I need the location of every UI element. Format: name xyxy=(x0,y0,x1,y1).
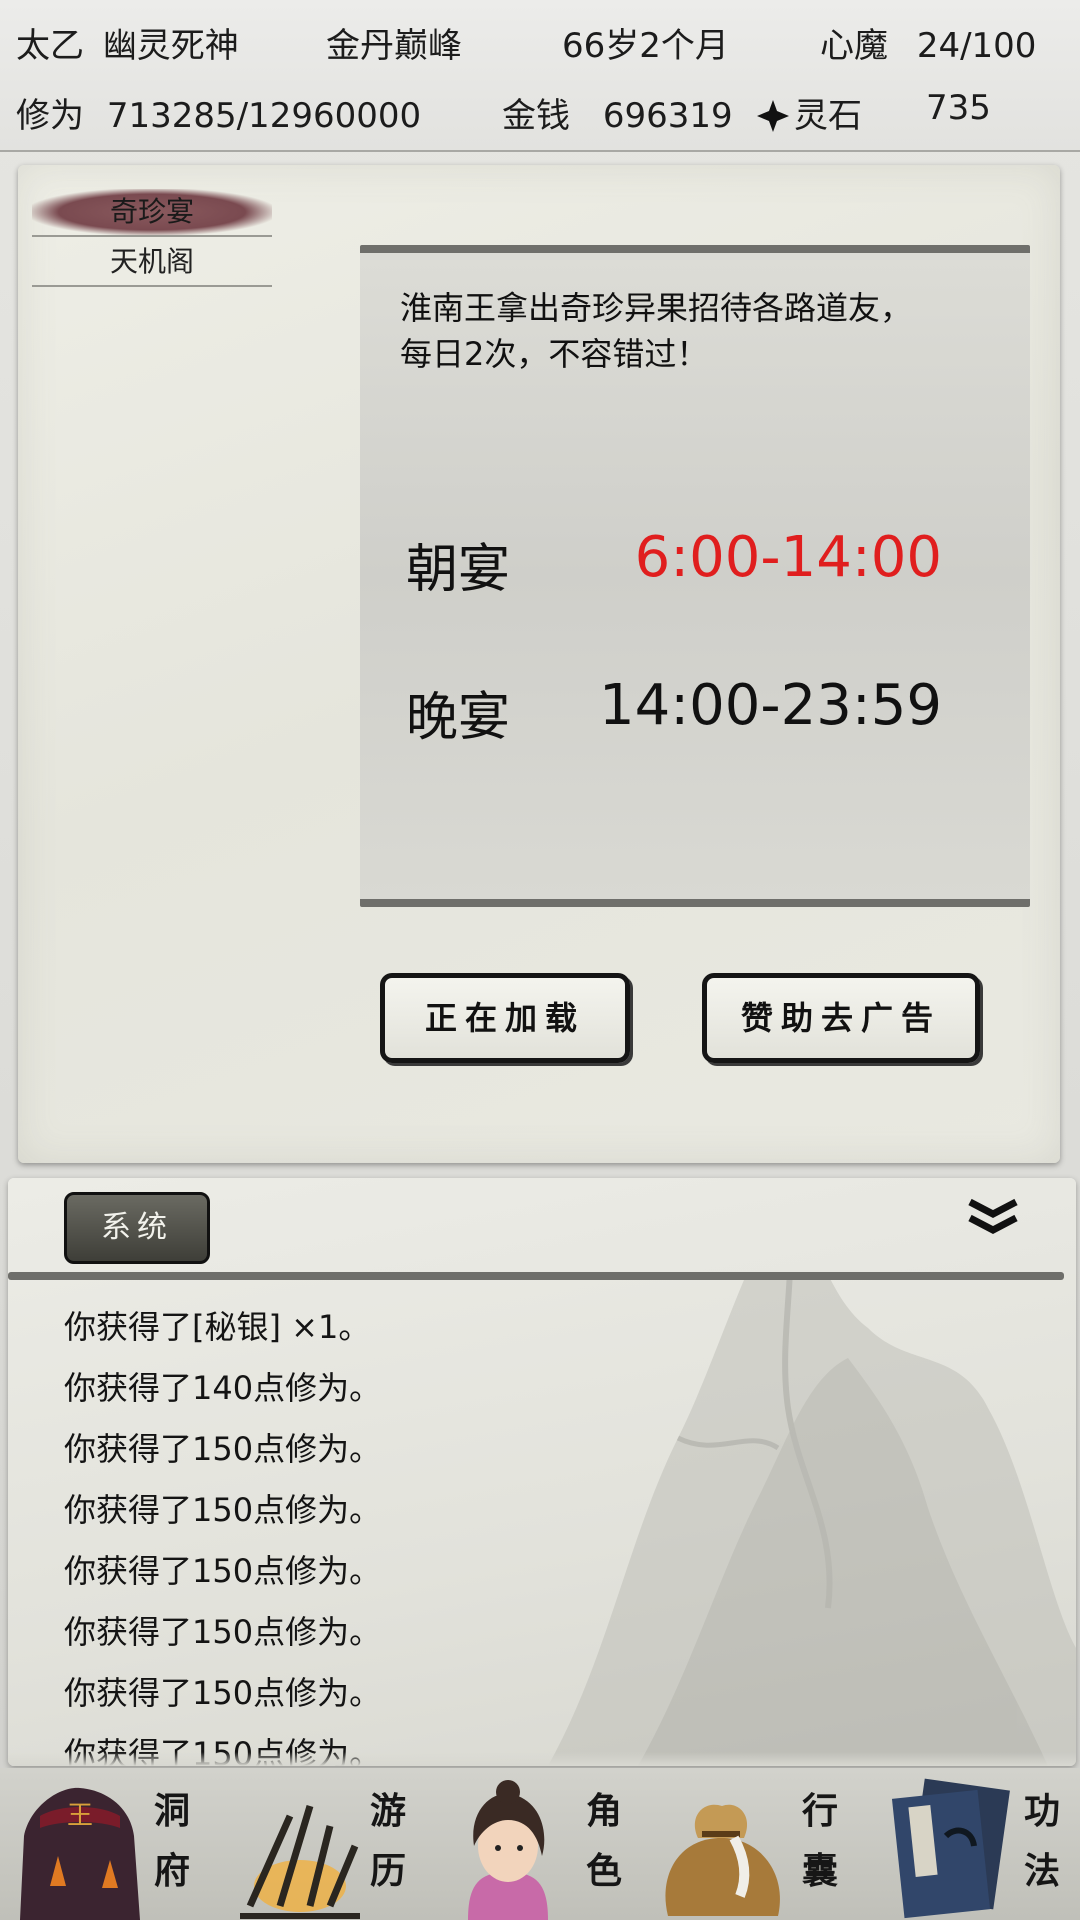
feast-description: 淮南王拿出奇珍异果招待各路道友， 每日2次，不容错过！ xyxy=(400,285,1000,377)
xinmo-stat: 心魔 24/100 xyxy=(820,18,1036,67)
spirit-stone-stat: 灵石 xyxy=(756,88,862,137)
xinmo-value: 24/100 xyxy=(916,26,1037,66)
spirit-stone-value: 735 xyxy=(926,88,991,128)
loading-button[interactable]: 正在加载 xyxy=(380,973,630,1063)
character-prefix: 太乙 xyxy=(16,26,84,66)
travel-icon xyxy=(240,1804,360,1919)
nav-item-character[interactable]: 角色 xyxy=(432,1768,648,1920)
xinmo-label: 心魔 xyxy=(820,26,888,66)
log-divider xyxy=(8,1272,1064,1280)
morning-feast-label: 朝宴 xyxy=(406,540,511,600)
sidebar-item-feast[interactable]: 奇珍宴 xyxy=(32,189,272,237)
morning-feast-time: 6:00-14:00 xyxy=(634,525,942,590)
book-icon xyxy=(891,1778,1010,1919)
evening-feast-time: 14:00-23:59 xyxy=(599,673,942,738)
realm-text: 金丹巅峰 xyxy=(326,26,462,66)
age-text: 66岁2个月 xyxy=(562,26,729,66)
nav-label-bag: 行囊 xyxy=(801,1791,838,1892)
cultivation-label: 修为 xyxy=(16,96,84,136)
log-line: 你获得了150点修为。 xyxy=(64,1613,382,1651)
cave-icon: 王 xyxy=(20,1787,140,1920)
nav-label-travel: 游历 xyxy=(369,1791,406,1892)
character-title: 太乙 幽灵死神 xyxy=(16,18,239,67)
nav-label-cave: 洞府 xyxy=(153,1791,190,1892)
character-icon xyxy=(468,1780,548,1920)
log-line: 你获得了140点修为。 xyxy=(64,1369,382,1407)
money-stat: 金钱 696319 xyxy=(502,88,733,137)
character-name: 幽灵死神 xyxy=(102,26,239,66)
tab-system[interactable]: 系统 xyxy=(64,1192,210,1264)
nav-item-travel[interactable]: 游历 xyxy=(216,1768,432,1920)
svg-text:王: 王 xyxy=(67,1801,93,1831)
log-line: 你获得了[秘银] ×1。 xyxy=(64,1308,371,1346)
log-line: 你获得了150点修为。 xyxy=(64,1430,382,1468)
bottom-nav: 王 洞府 游历 角色 行 囊 功 法 xyxy=(0,1768,1080,1920)
nav-item-cave[interactable]: 王 洞府 xyxy=(0,1768,216,1920)
feast-description-line2: 每日2次，不容错过！ xyxy=(400,335,709,373)
log-fade xyxy=(8,1752,1076,1766)
log-line: 你获得了150点修为。 xyxy=(64,1491,382,1529)
cultivation-stat: 修为 713285/12960000 xyxy=(16,88,421,137)
feast-panel: 奇珍宴 天机阁 淮南王拿出奇珍异果招待各路道友， 每日2次，不容错过！ 朝宴 6… xyxy=(18,165,1060,1163)
evening-feast-label: 晚宴 xyxy=(406,688,511,748)
bag-icon xyxy=(665,1804,780,1916)
sidebar-item-tianji[interactable]: 天机阁 xyxy=(32,239,272,287)
nav-label-character: 角色 xyxy=(585,1791,622,1892)
feast-description-line1: 淮南王拿出奇珍异果招待各路道友， xyxy=(400,289,913,327)
log-lines: 你获得了1500点修为。 你获得了[秘银] ×1。 你获得了140点修为。 你获… xyxy=(64,1236,964,1766)
status-bar: 太乙 幽灵死神 金丹巅峰 66岁2个月 心魔 24/100 修为 713285/… xyxy=(0,0,1080,152)
log-line: 你获得了150点修为。 xyxy=(64,1674,382,1712)
collapse-chevron-icon[interactable] xyxy=(966,1196,1020,1236)
nav-item-skills[interactable]: 功法 xyxy=(864,1768,1080,1920)
spirit-stone-label: 灵石 xyxy=(794,96,862,136)
nav-label-skills: 功法 xyxy=(1023,1791,1060,1892)
system-log-panel: 你获得了1500点修为。 你获得了[秘银] ×1。 你获得了140点修为。 你获… xyxy=(8,1178,1076,1766)
log-line: 你获得了150点修为。 xyxy=(64,1552,382,1590)
money-value: 696319 xyxy=(602,96,733,136)
remove-ads-button[interactable]: 赞助去广告 xyxy=(702,973,980,1063)
spirit-stone-icon xyxy=(757,100,789,132)
nav-item-bag[interactable]: 行囊 xyxy=(648,1768,864,1920)
cultivation-value: 713285/12960000 xyxy=(106,96,422,136)
money-label: 金钱 xyxy=(502,96,570,136)
